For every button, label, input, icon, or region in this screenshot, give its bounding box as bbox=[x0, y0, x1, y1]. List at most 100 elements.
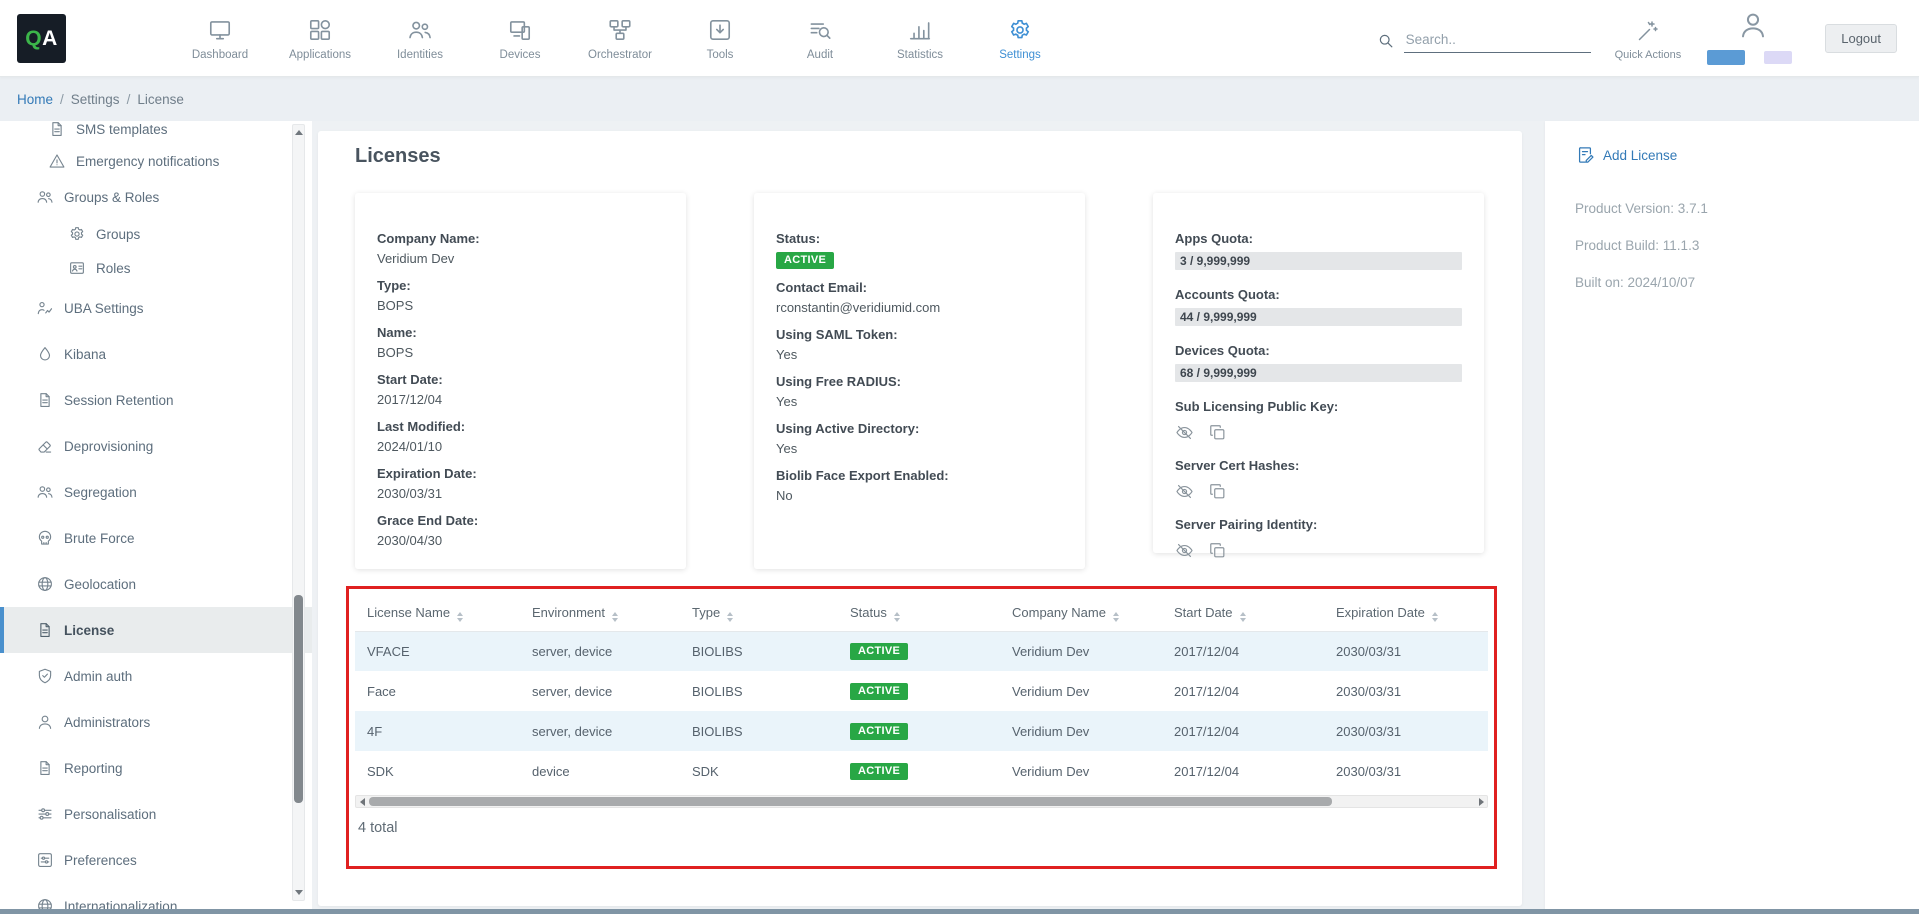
sidebar-item-emergency-notifications[interactable]: Emergency notifications bbox=[0, 145, 312, 177]
table-row[interactable]: Face server, device BIOLIBS ACTIVE Verid… bbox=[355, 671, 1488, 711]
sidebar-item-admin-auth[interactable]: Admin auth bbox=[0, 653, 312, 699]
brand-logo[interactable]: QA bbox=[17, 14, 66, 63]
sort-icon bbox=[1432, 612, 1438, 622]
sort-icon bbox=[894, 612, 900, 622]
quick-actions-button[interactable]: Quick Actions bbox=[1615, 19, 1682, 61]
field-label: Server Cert Hashes: bbox=[1175, 458, 1462, 474]
cell-type: BIOLIBS bbox=[680, 711, 838, 751]
column-header-type[interactable]: Type bbox=[680, 597, 838, 631]
cell-license-name: VFACE bbox=[355, 631, 520, 671]
built-on: Built on: 2024/10/07 bbox=[1575, 275, 1919, 291]
doc-icon bbox=[36, 621, 54, 639]
people-icon bbox=[36, 483, 54, 501]
field-value: Veridium Dev bbox=[377, 251, 664, 267]
sidebar-item-roles[interactable]: Roles bbox=[0, 251, 312, 285]
table-horizontal-scrollbar[interactable] bbox=[355, 795, 1488, 808]
globe-icon bbox=[36, 575, 54, 593]
scroll-down-arrow[interactable] bbox=[295, 890, 303, 895]
column-header-expiration-date[interactable]: Expiration Date bbox=[1324, 597, 1488, 631]
copy-icon[interactable] bbox=[1208, 541, 1227, 560]
nav-label: Devices bbox=[500, 49, 541, 61]
sidebar-item-license[interactable]: License bbox=[0, 607, 312, 653]
download-box-icon bbox=[707, 17, 733, 43]
search-icon[interactable] bbox=[1376, 31, 1395, 50]
eye-off-icon[interactable] bbox=[1175, 423, 1194, 442]
nav-item-statistics[interactable]: Statistics bbox=[870, 0, 970, 77]
right-panel: Add License Product Version: 3.7.1 Produ… bbox=[1545, 121, 1919, 909]
sidebar-item-geolocation[interactable]: Geolocation bbox=[0, 561, 312, 607]
sidebar-item-reporting[interactable]: Reporting bbox=[0, 745, 312, 791]
sidebar-item-segregation[interactable]: Segregation bbox=[0, 469, 312, 515]
breadcrumb-settings[interactable]: Settings bbox=[71, 92, 120, 107]
sidebar-item-label: UBA Settings bbox=[64, 301, 144, 316]
eye-off-icon[interactable] bbox=[1175, 541, 1194, 560]
column-header-environment[interactable]: Environment bbox=[520, 597, 680, 631]
sidebar-item-groups[interactable]: Groups bbox=[0, 217, 312, 251]
eye-off-icon[interactable] bbox=[1175, 482, 1194, 501]
sidebar-item-preferences[interactable]: Preferences bbox=[0, 837, 312, 883]
nav-item-orchestrator[interactable]: Orchestrator bbox=[570, 0, 670, 77]
cell-company: Veridium Dev bbox=[1000, 711, 1162, 751]
search-input[interactable] bbox=[1404, 29, 1591, 53]
nav-item-dashboard[interactable]: Dashboard bbox=[170, 0, 270, 77]
column-header-license-name[interactable]: License Name bbox=[355, 597, 520, 631]
sidebar-item-brute-force[interactable]: Brute Force bbox=[0, 515, 312, 561]
table-row[interactable]: SDK device SDK ACTIVE Veridium Dev 2017/… bbox=[355, 751, 1488, 791]
wand-icon bbox=[1636, 19, 1660, 43]
page-title: Licenses bbox=[355, 145, 441, 168]
devices-icon bbox=[507, 17, 533, 43]
column-label: Environment bbox=[532, 605, 605, 620]
scroll-left-arrow[interactable] bbox=[356, 798, 368, 806]
sidebar-item-kibana[interactable]: Kibana bbox=[0, 331, 312, 377]
sidebar-item-sms-templates[interactable]: SMS templates bbox=[0, 121, 312, 145]
warning-icon bbox=[48, 152, 66, 170]
gear-icon bbox=[68, 225, 86, 243]
field-value: rconstantin@veridiumid.com bbox=[776, 300, 1063, 316]
sidebar-item-administrators[interactable]: Administrators bbox=[0, 699, 312, 745]
scroll-right-arrow[interactable] bbox=[1475, 798, 1487, 806]
bottom-edge-strip bbox=[0, 909, 1919, 914]
scroll-up-arrow[interactable] bbox=[295, 130, 303, 135]
column-header-start-date[interactable]: Start Date bbox=[1162, 597, 1324, 631]
licenses-panel: Licenses Company Name:Veridium Dev Type:… bbox=[318, 131, 1522, 906]
scrollbar-thumb[interactable] bbox=[294, 595, 303, 803]
sidebar-item-personalisation[interactable]: Personalisation bbox=[0, 791, 312, 837]
sidebar-item-groups-roles[interactable]: Groups & Roles bbox=[0, 177, 312, 217]
sidebar-item-label: Admin auth bbox=[64, 669, 132, 684]
add-license-button[interactable]: Add License bbox=[1575, 145, 1919, 165]
table-row[interactable]: VFACE server, device BIOLIBS ACTIVE Veri… bbox=[355, 631, 1488, 671]
column-header-status[interactable]: Status bbox=[838, 597, 1000, 631]
column-header-company-name[interactable]: Company Name bbox=[1000, 597, 1162, 631]
cell-start-date: 2017/12/04 bbox=[1162, 671, 1324, 711]
column-label: License Name bbox=[367, 605, 450, 620]
copy-icon[interactable] bbox=[1208, 423, 1227, 442]
nav-item-devices[interactable]: Devices bbox=[470, 0, 570, 77]
sidebar-scrollbar[interactable] bbox=[292, 124, 305, 901]
sidebar-item-label: Groups & Roles bbox=[64, 190, 159, 205]
nav-item-tools[interactable]: Tools bbox=[670, 0, 770, 77]
skull-icon bbox=[36, 529, 54, 547]
user-menu[interactable] bbox=[1705, 4, 1801, 74]
nav-item-applications[interactable]: Applications bbox=[270, 0, 370, 77]
nav-item-audit[interactable]: Audit bbox=[770, 0, 870, 77]
sitemap-icon bbox=[607, 17, 633, 43]
grid-icon bbox=[307, 17, 333, 43]
settings-sidebar: SMS templates Emergency notifications Gr… bbox=[0, 121, 312, 909]
quota-value: 44 / 9,999,999 bbox=[1175, 308, 1257, 326]
column-label: Expiration Date bbox=[1336, 605, 1425, 620]
table-row[interactable]: 4F server, device BIOLIBS ACTIVE Veridiu… bbox=[355, 711, 1488, 751]
nav-item-settings[interactable]: Settings bbox=[970, 0, 1070, 77]
cell-type: BIOLIBS bbox=[680, 631, 838, 671]
nav-item-identities[interactable]: Identities bbox=[370, 0, 470, 77]
bar-chart-icon bbox=[907, 17, 933, 43]
breadcrumb-home[interactable]: Home bbox=[17, 92, 53, 107]
sidebar-item-deprovisioning[interactable]: Deprovisioning bbox=[0, 423, 312, 469]
copy-icon[interactable] bbox=[1208, 482, 1227, 501]
sidebar-item-uba-settings[interactable]: UBA Settings bbox=[0, 285, 312, 331]
field-label: Using Free RADIUS: bbox=[776, 374, 1063, 390]
logout-button[interactable]: Logout bbox=[1825, 24, 1897, 53]
sidebar-item-session-retention[interactable]: Session Retention bbox=[0, 377, 312, 423]
column-label: Start Date bbox=[1174, 605, 1233, 620]
scrollbar-thumb[interactable] bbox=[369, 797, 1332, 806]
sidebar-item-internationalization[interactable]: Internationalization bbox=[0, 883, 312, 909]
